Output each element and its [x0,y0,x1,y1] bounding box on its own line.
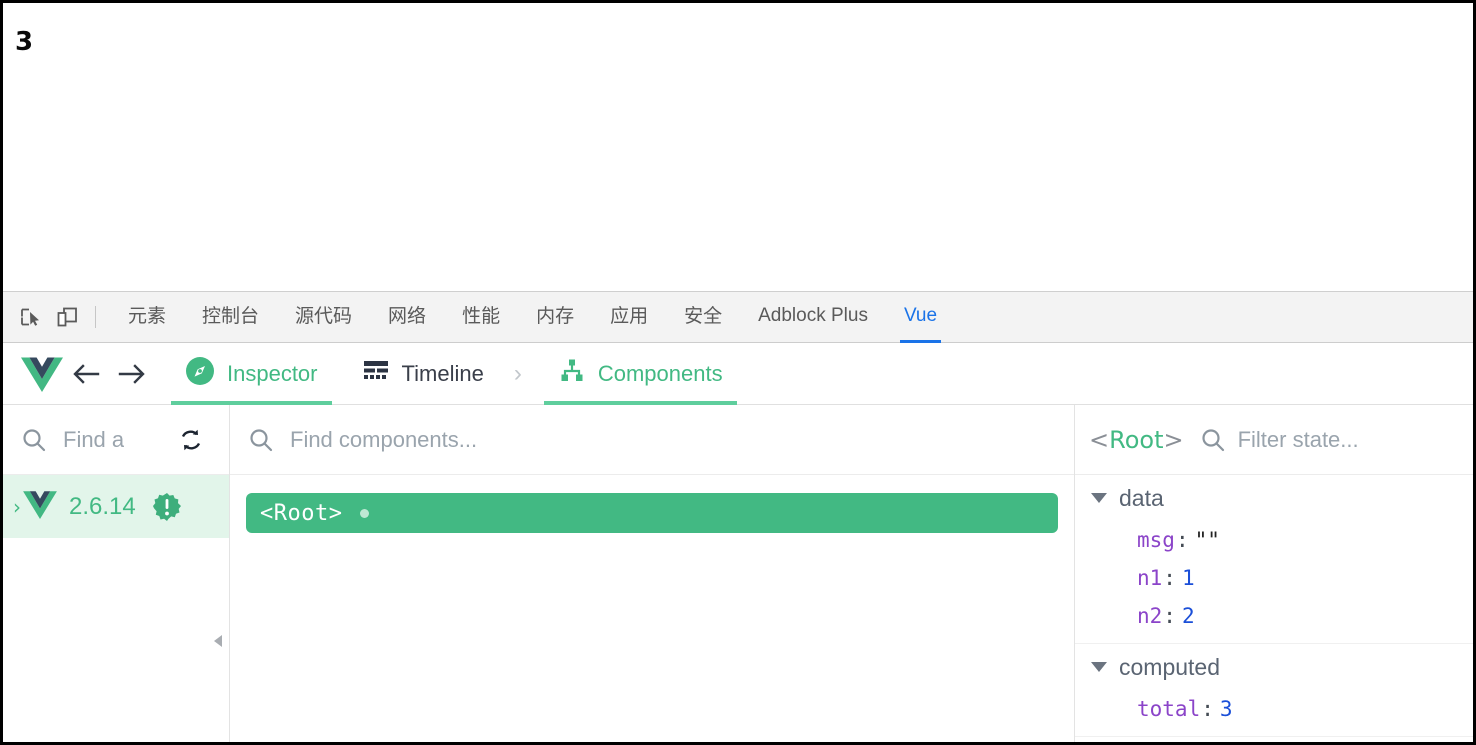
state-entry-key: msg [1137,528,1175,552]
state-entry-total[interactable]: total : 3 [1075,690,1473,728]
search-icon [21,427,47,453]
search-icon [1200,427,1226,453]
state-entry-n1[interactable]: n1 : 1 [1075,559,1473,597]
devtools-panes: Find a › 2.6.14 Find components... <Root… [3,405,1473,742]
devtools-tab-performance[interactable]: 性能 [462,291,500,343]
browser-window: 3 元素 控制台 源代码 网络 性能 内存 应用 安全 Adblock Plus… [0,0,1476,745]
warning-badge-icon[interactable] [152,492,182,522]
compass-icon [185,356,215,392]
vue-tab-timeline-label: Timeline [401,360,484,386]
component-tree: <Root> [230,475,1074,533]
state-entry-value: "" [1194,528,1220,552]
component-tree-pane: Find components... <Root> [230,405,1075,742]
state-group-computed-label: computed [1119,653,1221,680]
state-pane: <Root> Filter state... data msg: "" n1 … [1075,405,1473,742]
state-pane-title: <Root> [1089,426,1184,454]
state-group-data: data msg : "" n1 : 1 n2 : 2 [1075,475,1473,644]
apps-pane: Find a › 2.6.14 [3,405,230,742]
vue-devtools-toolbar: Inspector Timeline › Components [3,343,1473,405]
vue-tab-components-label: Components [597,360,723,386]
state-filter-placeholder: Filter state... [1237,426,1359,452]
caret-down-icon[interactable] [1091,493,1107,503]
devtools-tab-adblock-plus[interactable]: Adblock Plus [758,291,868,343]
search-icon [248,427,274,453]
devtools-tab-security[interactable]: 安全 [684,291,722,343]
state-entry-key: n1 [1137,566,1163,590]
devtools-tab-console[interactable]: 控制台 [202,291,259,343]
state-entry-msg[interactable]: msg : "" [1075,521,1473,559]
devtools-tabbar: 元素 控制台 源代码 网络 性能 内存 应用 安全 Adblock Plus V… [3,291,1473,343]
devtools-tab-elements[interactable]: 元素 [128,291,166,343]
devtools-tab-sources[interactable]: 源代码 [295,291,352,343]
nav-forward-button[interactable] [109,351,155,397]
page-rendered-total: 3 [15,27,34,57]
state-entry-value: 2 [1181,604,1195,628]
vue-logo-icon [23,490,57,524]
nav-back-button[interactable] [63,351,109,397]
state-entry-value: 3 [1219,697,1233,721]
state-pane-header: <Root> Filter state... [1075,405,1473,475]
refresh-icon[interactable] [173,422,209,458]
state-group-computed: computed total : 3 [1075,644,1473,737]
devtools-tab-memory[interactable]: 内存 [536,291,574,343]
app-search-placeholder: Find a [63,426,125,452]
app-version-label: 2.6.14 [69,492,136,520]
chevron-right-icon[interactable]: › [13,495,21,519]
toolbar-divider [95,306,96,328]
vue-tab-timeline[interactable]: Timeline [348,343,498,405]
state-title-open-bracket: < [1089,425,1110,454]
state-title-close-bracket: > [1163,425,1184,454]
vue-tab-inspector-label: Inspector [227,360,318,386]
app-list-item[interactable]: › 2.6.14 [3,475,229,538]
state-group-data-body: msg : "" n1 : 1 n2 : 2 [1075,521,1473,643]
page-viewport: 3 [3,3,1473,291]
components-tree-icon [558,357,586,391]
tree-node-dot-icon [360,508,370,518]
state-entry-key: total [1137,697,1201,721]
tree-node-root[interactable]: <Root> [246,493,1058,533]
timeline-icon [362,357,390,391]
component-search-placeholder: Find components... [290,426,478,452]
state-group-computed-header[interactable]: computed [1075,644,1473,690]
collapse-left-icon[interactable] [211,633,225,649]
state-entry-colon: : [1163,604,1176,628]
state-entry-value: 1 [1181,566,1195,590]
devtools-tab-application[interactable]: 应用 [610,291,648,343]
tree-node-label: <Root> [260,500,343,526]
state-group-computed-body: total : 3 [1075,690,1473,736]
state-group-data-label: data [1119,484,1164,511]
state-entry-colon: : [1201,697,1214,721]
state-title-name: Root [1109,425,1164,454]
breadcrumb-chevron-icon: › [513,359,522,387]
state-entry-colon: : [1163,566,1176,590]
devtools-tab-vue[interactable]: Vue [899,291,942,343]
state-entry-n2[interactable]: n2 : 2 [1075,597,1473,635]
vue-tab-components[interactable]: Components [543,343,737,405]
state-group-data-header[interactable]: data [1075,475,1473,521]
vue-tab-inspector[interactable]: Inspector [171,343,332,405]
state-entry-key: n2 [1137,604,1163,628]
state-entry-colon: : [1175,528,1189,552]
devtools-tab-network[interactable]: 网络 [388,291,426,343]
caret-down-icon[interactable] [1091,662,1107,672]
vue-logo-icon [21,356,63,392]
component-search-row[interactable]: Find components... [230,405,1074,475]
device-toolbar-icon[interactable] [49,300,85,334]
inspect-element-icon[interactable] [13,300,49,334]
app-search-row[interactable]: Find a [3,405,229,475]
